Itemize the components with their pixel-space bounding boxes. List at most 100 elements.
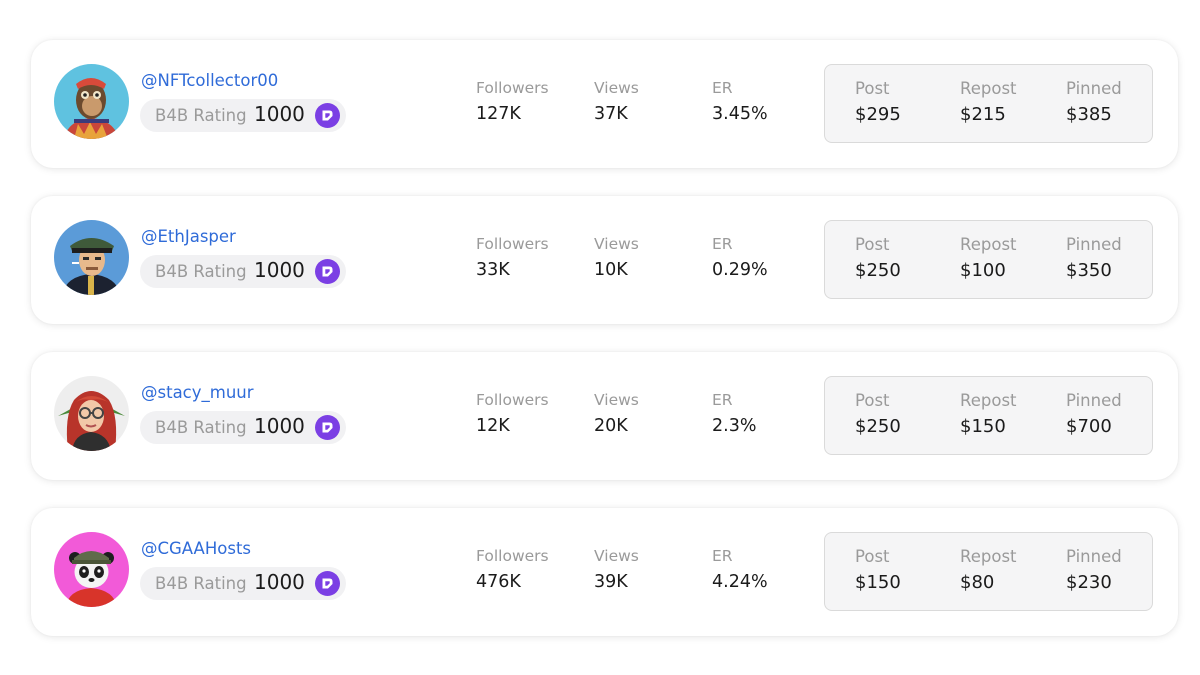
views-value: 37K [594,104,628,124]
repost-price[interactable]: Repost $100 [960,235,1017,283]
er-value: 3.45% [712,104,768,124]
followers-value: 33K [476,260,510,280]
pinned-label: Pinned [1066,79,1122,98]
followers-value: 127K [476,104,521,124]
pinned-label: Pinned [1066,547,1122,566]
followers-label: Followers [476,391,549,409]
ape-avatar-icon[interactable] [54,64,129,139]
post-label: Post [855,391,890,410]
post-label: Post [855,235,890,254]
rating-label: B4B Rating [155,106,247,125]
pinned-price[interactable]: Pinned $385 [1066,79,1122,127]
pinned-label: Pinned [1066,391,1122,410]
pinned-price-value: $385 [1066,104,1112,125]
influencer-card[interactable]: @NFTcollector00 B4B Rating 1000 Follower… [31,40,1178,168]
rating-badge: B4B Rating 1000 [140,411,346,444]
rating-value: 1000 [254,414,305,438]
b4b-rating-icon [315,103,340,128]
rating-badge: B4B Rating 1000 [140,255,346,288]
repost-price[interactable]: Repost $80 [960,547,1017,595]
er-value: 0.29% [712,260,768,280]
post-price-value: $150 [855,572,901,593]
followers-stat: Followers 12K [476,390,549,438]
er-stat: ER 2.3% [712,390,756,438]
repost-price-value: $150 [960,416,1006,437]
er-label: ER [712,79,733,97]
repost-label: Repost [960,391,1017,410]
post-price[interactable]: Post $250 [855,235,901,283]
views-label: Views [594,235,639,253]
followers-stat: Followers 127K [476,78,549,126]
influencer-handle[interactable]: @EthJasper [141,227,236,246]
followers-label: Followers [476,235,549,253]
er-value: 4.24% [712,572,768,592]
panda-avatar-icon[interactable] [54,532,129,607]
followers-stat: Followers 476K [476,546,549,594]
price-panel: Post $250 Repost $100 Pinned $350 [824,220,1153,299]
price-panel: Post $250 Repost $150 Pinned $700 [824,376,1153,455]
influencer-handle[interactable]: @NFTcollector00 [141,71,278,90]
b4b-rating-icon [315,415,340,440]
repost-price-value: $100 [960,260,1006,281]
views-value: 20K [594,416,628,436]
pinned-price-value: $350 [1066,260,1112,281]
price-panel: Post $150 Repost $80 Pinned $230 [824,532,1153,611]
post-price[interactable]: Post $295 [855,79,901,127]
pinned-price[interactable]: Pinned $230 [1066,547,1122,595]
repost-price-value: $215 [960,104,1006,125]
er-stat: ER 4.24% [712,546,768,594]
rating-badge: B4B Rating 1000 [140,99,346,132]
post-label: Post [855,79,890,98]
views-stat: Views 20K [594,390,639,438]
er-stat: ER 0.29% [712,234,768,282]
pinned-price-value: $700 [1066,416,1112,437]
influencer-handle[interactable]: @CGAAHosts [141,539,251,558]
views-label: Views [594,391,639,409]
followers-label: Followers [476,547,549,565]
followers-value: 12K [476,416,510,436]
followers-value: 476K [476,572,521,592]
er-stat: ER 3.45% [712,78,768,126]
repost-price[interactable]: Repost $215 [960,79,1017,127]
officer-avatar-icon[interactable] [54,220,129,295]
rating-label: B4B Rating [155,418,247,437]
views-stat: Views 10K [594,234,639,282]
influencer-handle[interactable]: @stacy_muur [141,383,254,402]
price-panel: Post $295 Repost $215 Pinned $385 [824,64,1153,143]
repost-label: Repost [960,79,1017,98]
post-label: Post [855,547,890,566]
redhead-avatar-icon[interactable] [54,376,129,451]
influencer-card[interactable]: @CGAAHosts B4B Rating 1000 Followers 476… [31,508,1178,636]
repost-price[interactable]: Repost $150 [960,391,1017,439]
views-label: Views [594,79,639,97]
rating-badge: B4B Rating 1000 [140,567,346,600]
rating-label: B4B Rating [155,262,247,281]
followers-stat: Followers 33K [476,234,549,282]
followers-label: Followers [476,79,549,97]
repost-price-value: $80 [960,572,995,593]
pinned-price[interactable]: Pinned $350 [1066,235,1122,283]
views-stat: Views 37K [594,78,639,126]
repost-label: Repost [960,235,1017,254]
post-price-value: $250 [855,260,901,281]
rating-label: B4B Rating [155,574,247,593]
rating-value: 1000 [254,570,305,594]
er-label: ER [712,235,733,253]
b4b-rating-icon [315,259,340,284]
views-value: 39K [594,572,628,592]
pinned-label: Pinned [1066,235,1122,254]
pinned-price[interactable]: Pinned $700 [1066,391,1122,439]
repost-label: Repost [960,547,1017,566]
post-price-value: $250 [855,416,901,437]
views-value: 10K [594,260,628,280]
post-price-value: $295 [855,104,901,125]
post-price[interactable]: Post $250 [855,391,901,439]
post-price[interactable]: Post $150 [855,547,901,595]
rating-value: 1000 [254,102,305,126]
er-label: ER [712,391,733,409]
influencer-card[interactable]: @stacy_muur B4B Rating 1000 Followers 12… [31,352,1178,480]
pinned-price-value: $230 [1066,572,1112,593]
er-value: 2.3% [712,416,757,436]
influencer-card[interactable]: @EthJasper B4B Rating 1000 Followers 33K… [31,196,1178,324]
er-label: ER [712,547,733,565]
